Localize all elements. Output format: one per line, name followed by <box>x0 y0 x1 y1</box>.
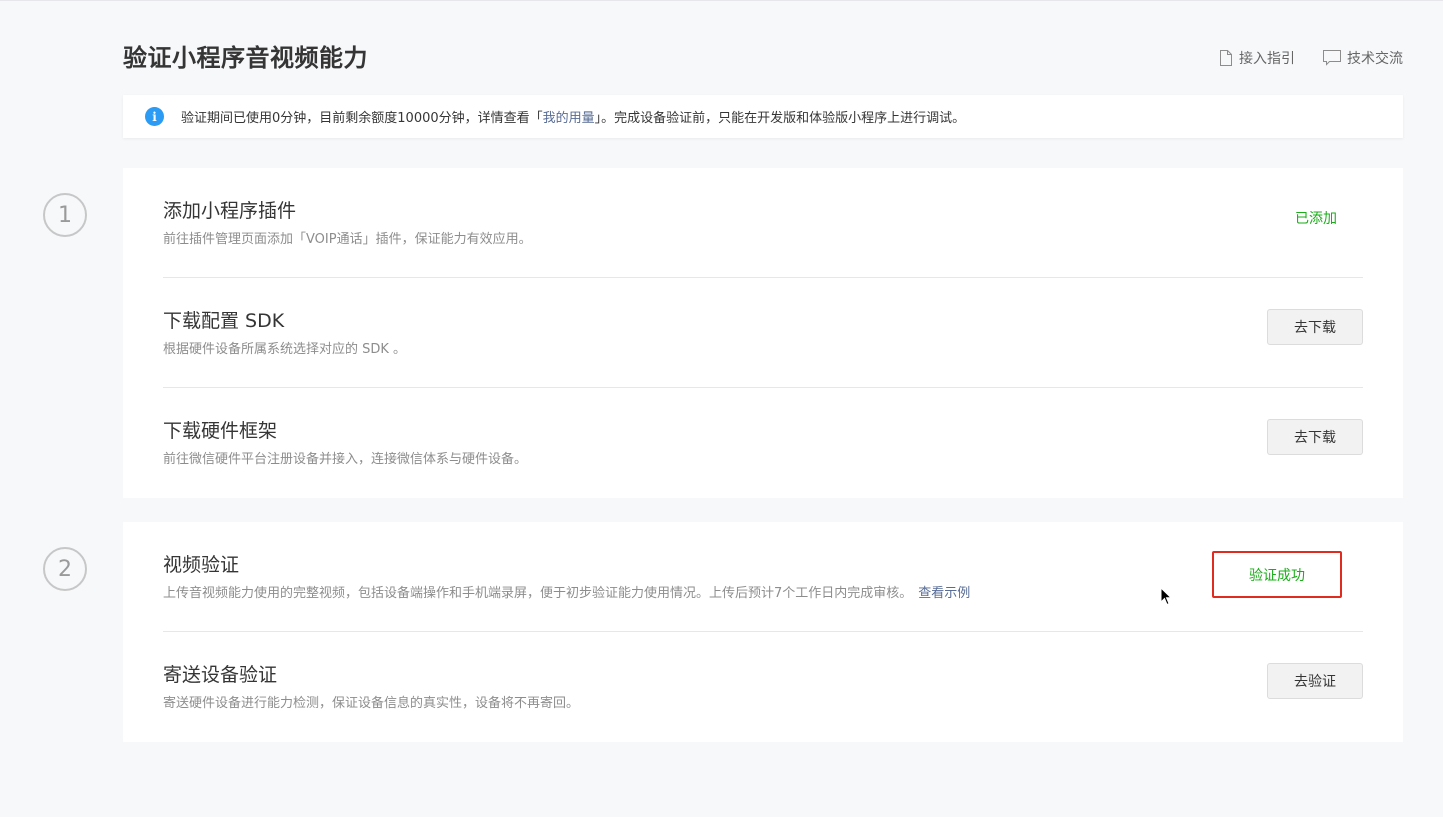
added-status: 已添加 <box>1295 211 1337 227</box>
verify-success-status: 验证成功 <box>1212 551 1342 598</box>
header-links: 接入指引 技术交流 <box>1219 48 1403 68</box>
info-icon: i <box>145 107 164 126</box>
tech-exchange-link-label: 技术交流 <box>1347 51 1403 67</box>
step-1-card: 添加小程序插件 前往插件管理页面添加「VOIP通话」插件，保证能力有效应用。 已… <box>123 168 1403 498</box>
notice-text-after: 」。完成设备验证前，只能在开发版和体验版小程序上进行调试。 <box>594 111 966 126</box>
notice-text-before: 验证期间已使用0分钟，目前剩余额度10000分钟，详情查看「 <box>181 111 543 126</box>
step-2-card: 视频验证 上传音视频能力使用的完整视频，包括设备端操作和手机端录屏，便于初步验证… <box>123 522 1403 742</box>
my-usage-link[interactable]: 我的用量 <box>543 107 595 126</box>
row-description: 寄送硬件设备进行能力检测，保证设备信息的真实性，设备将不再寄回。 <box>163 696 580 711</box>
document-icon <box>1219 50 1233 66</box>
row-title: 下载配置 SDK <box>163 310 285 332</box>
row-title: 视频验证 <box>163 554 240 576</box>
row-title: 下载硬件框架 <box>163 420 278 442</box>
guide-link[interactable]: 接入指引 <box>1219 48 1295 68</box>
row-title: 添加小程序插件 <box>163 200 297 222</box>
notice-bar: i 验证期间已使用0分钟，目前剩余额度10000分钟，详情查看「 我的用量 」。… <box>123 95 1403 138</box>
step-row-send-device: 寄送设备验证 寄送硬件设备进行能力检测，保证设备信息的真实性，设备将不再寄回。 … <box>163 632 1363 742</box>
step-row-add-plugin: 添加小程序插件 前往插件管理页面添加「VOIP通话」插件，保证能力有效应用。 已… <box>163 168 1363 278</box>
download-sdk-button[interactable]: 去下载 <box>1267 309 1363 345</box>
step-row-video-verify: 视频验证 上传音视频能力使用的完整视频，包括设备端操作和手机端录屏，便于初步验证… <box>163 522 1363 632</box>
go-verify-button[interactable]: 去验证 <box>1267 663 1363 699</box>
step-number-2: 2 <box>43 547 87 591</box>
row-description: 上传音视频能力使用的完整视频，包括设备端操作和手机端录屏，便于初步验证能力使用情… <box>163 584 970 604</box>
row-description: 根据硬件设备所属系统选择对应的 SDK 。 <box>163 342 407 357</box>
row-title: 寄送设备验证 <box>163 664 278 686</box>
tech-exchange-link[interactable]: 技术交流 <box>1323 48 1403 68</box>
download-framework-button[interactable]: 去下载 <box>1267 419 1363 455</box>
row-description: 前往插件管理页面添加「VOIP通话」插件，保证能力有效应用。 <box>163 232 532 247</box>
step-number-1: 1 <box>43 193 87 237</box>
row-description-text: 上传音视频能力使用的完整视频，包括设备端操作和手机端录屏，便于初步验证能力使用情… <box>163 586 913 601</box>
step-row-download-sdk: 下载配置 SDK 根据硬件设备所属系统选择对应的 SDK 。 去下载 <box>163 278 1363 388</box>
step-row-download-framework: 下载硬件框架 前往微信硬件平台注册设备并接入，连接微信体系与硬件设备。 去下载 <box>163 388 1363 498</box>
view-example-link[interactable]: 查看示例 <box>918 586 970 601</box>
row-description: 前往微信硬件平台注册设备并接入，连接微信体系与硬件设备。 <box>163 452 528 467</box>
top-divider <box>0 0 1443 1</box>
guide-link-label: 接入指引 <box>1239 51 1295 67</box>
page-title: 验证小程序音视频能力 <box>123 44 368 72</box>
chat-icon <box>1323 50 1341 66</box>
mouse-cursor-icon <box>1160 586 1173 610</box>
